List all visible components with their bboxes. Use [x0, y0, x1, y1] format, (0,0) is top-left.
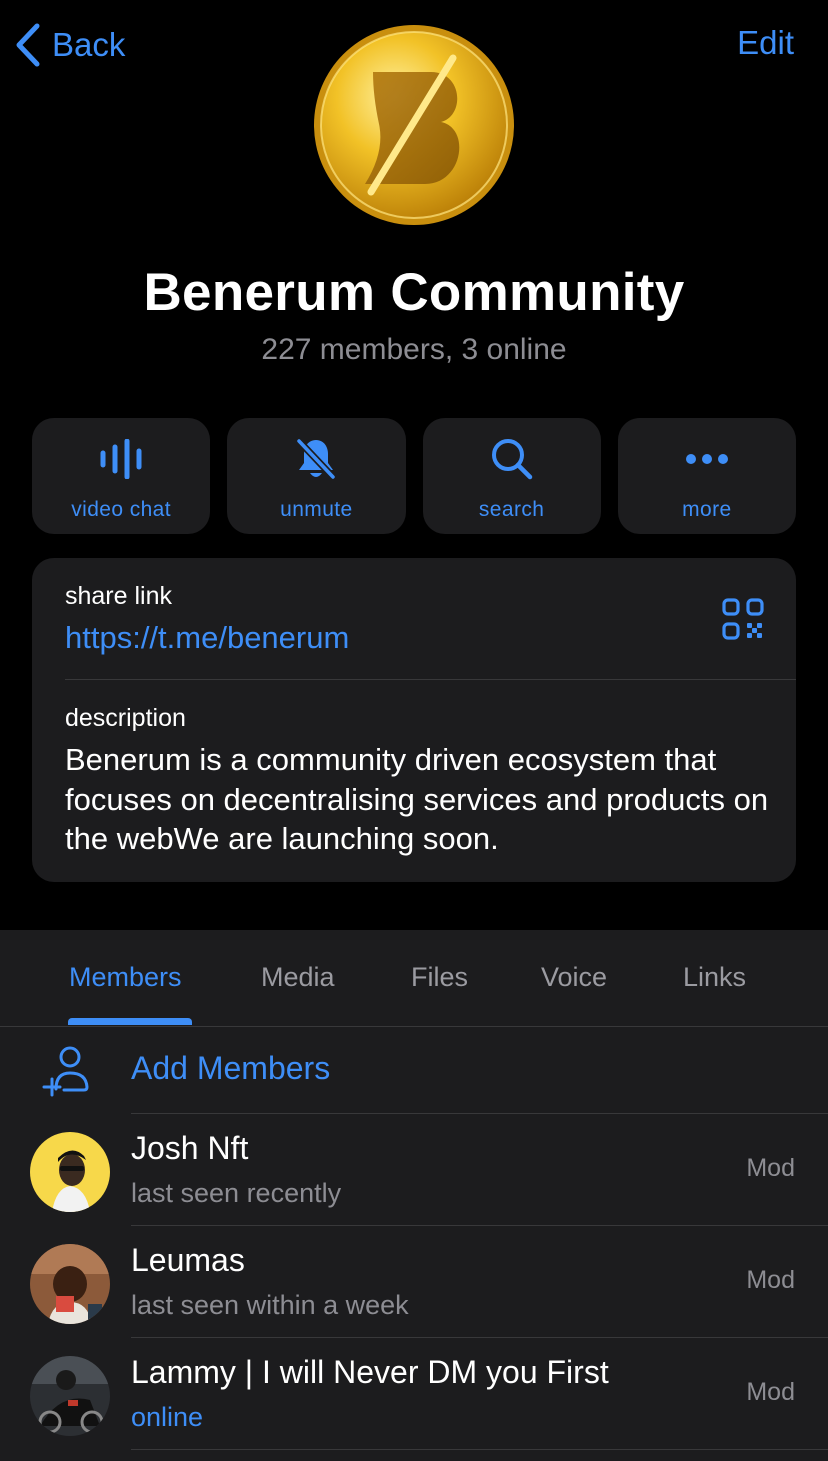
- tab-files[interactable]: Files: [411, 962, 468, 993]
- group-avatar[interactable]: [313, 24, 515, 226]
- action-label: more: [682, 498, 732, 521]
- member-row[interactable]: Josh Nft last seen recently Mod: [0, 1114, 828, 1226]
- add-members-button[interactable]: Add Members: [0, 1027, 828, 1113]
- add-members-label: Add Members: [131, 1050, 331, 1086]
- back-label: Back: [52, 26, 126, 63]
- member-role-badge: Mod: [746, 1266, 795, 1294]
- action-label: video chat: [71, 498, 171, 521]
- more-button[interactable]: more: [617, 418, 796, 534]
- unmute-button[interactable]: unmute: [227, 418, 406, 534]
- ellipsis-icon: [685, 454, 728, 464]
- avatar: [30, 1244, 110, 1324]
- share-link-url[interactable]: https://t.me/benerum: [65, 620, 349, 656]
- search-button[interactable]: search: [422, 418, 601, 534]
- member-status: last seen recently: [131, 1178, 342, 1208]
- video-chat-button[interactable]: video chat: [32, 418, 211, 534]
- voice-chat-icon: [100, 439, 142, 479]
- tab-voice[interactable]: Voice: [541, 962, 607, 993]
- active-tab-indicator: [68, 1018, 192, 1025]
- tab-links[interactable]: Links: [683, 962, 746, 993]
- member-name: Lammy | I will Never DM you First: [131, 1354, 609, 1390]
- row-divider: [131, 1449, 828, 1450]
- description-label: description: [65, 704, 186, 732]
- group-subtitle: 227 members, 3 online: [261, 333, 567, 366]
- member-name: Leumas: [131, 1242, 245, 1278]
- action-label: search: [478, 498, 545, 521]
- tab-bar: Members Media Files Voice Links: [0, 930, 828, 1026]
- edit-button[interactable]: Edit: [737, 24, 794, 62]
- member-row[interactable]: Leumas last seen within a week Mod: [0, 1226, 828, 1338]
- search-icon: [491, 439, 532, 480]
- bell-slash-icon: [296, 438, 336, 480]
- member-status: last seen within a week: [131, 1290, 409, 1320]
- member-row[interactable]: Lammy | I will Never DM you First online…: [0, 1338, 828, 1450]
- qr-code-icon[interactable]: [722, 598, 764, 640]
- add-user-icon: [42, 1046, 89, 1097]
- info-card: share link https://t.me/benerum descript…: [32, 558, 796, 882]
- tab-members[interactable]: Members: [69, 962, 182, 993]
- group-title: Benerum Community: [143, 263, 685, 322]
- members-panel: Members Media Files Voice Links Add Memb…: [0, 930, 828, 1461]
- info-divider: [65, 679, 796, 680]
- member-role-badge: Mod: [746, 1154, 795, 1182]
- share-link-label: share link: [65, 582, 172, 610]
- chevron-left-icon: [16, 23, 40, 67]
- member-role-badge: Mod: [746, 1378, 795, 1406]
- member-name: Josh Nft: [131, 1130, 249, 1166]
- avatar: [30, 1356, 110, 1436]
- back-button[interactable]: Back: [14, 20, 125, 70]
- member-status: online: [131, 1402, 204, 1432]
- description-text: Benerum is a community driven ecosystem …: [65, 742, 769, 856]
- action-bar: video chat unmute search more: [32, 418, 796, 534]
- action-label: unmute: [280, 498, 353, 521]
- tab-media[interactable]: Media: [261, 962, 335, 993]
- avatar: [30, 1132, 110, 1212]
